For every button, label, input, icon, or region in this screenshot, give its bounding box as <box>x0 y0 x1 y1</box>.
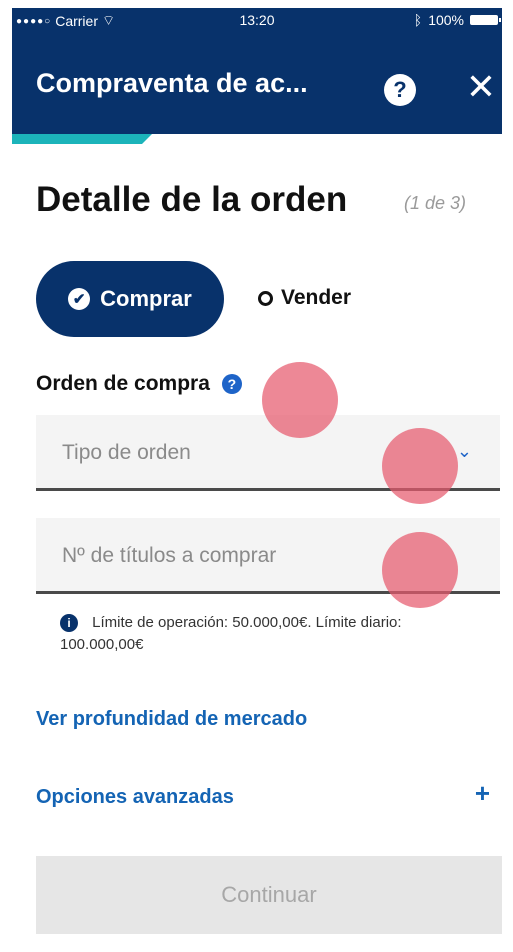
info-dot-icon: i <box>60 614 78 633</box>
order-type-placeholder: Tipo de orden <box>62 441 191 464</box>
order-label-text: Orden de compra <box>36 372 210 395</box>
step-indicator: (1 de 3) <box>404 193 467 213</box>
app-header: Compraventa de ac... ? ✕ <box>12 34 502 134</box>
limit-info-text: Límite de operación: 50.000,00€. Límite … <box>60 614 402 653</box>
phone-screen: ●●●●○ Carrier ⌔ 13:20 ᛒ 100% Compraventa… <box>12 8 502 944</box>
limit-info: i Límite de operación: 50.000,00€. Límit… <box>60 612 480 656</box>
continue-button[interactable]: Continuar <box>36 856 502 934</box>
status-bar: ●●●●○ Carrier ⌔ 13:20 ᛒ 100% <box>12 8 502 34</box>
advanced-options-link[interactable]: Opciones avanzadas <box>36 786 234 809</box>
sell-toggle-option[interactable]: Vender <box>258 283 351 313</box>
order-label: Orden de compra ? <box>36 372 242 396</box>
header-title: Compraventa de ac... <box>36 68 308 98</box>
buy-toggle-button[interactable]: ✔ Comprar <box>36 261 224 337</box>
touch-indicator <box>262 362 338 438</box>
plus-icon[interactable]: + <box>475 778 490 809</box>
page-title: Detalle de la orden <box>36 180 348 219</box>
close-button[interactable]: ✕ <box>464 69 498 105</box>
buy-label: Comprar <box>100 286 192 311</box>
close-icon: ✕ <box>465 66 497 107</box>
step-progress-bar <box>12 134 152 144</box>
touch-indicator <box>382 428 458 504</box>
radio-icon <box>258 290 273 306</box>
chevron-down-icon: ⌄ <box>456 441 472 461</box>
help-icon: ? <box>393 77 407 102</box>
market-depth-link[interactable]: Ver profundidad de mercado <box>36 708 307 731</box>
quantity-placeholder: Nº de títulos a comprar <box>62 544 277 567</box>
battery-icon <box>470 15 501 25</box>
touch-indicator <box>382 532 458 608</box>
info-icon[interactable]: ? <box>221 374 242 394</box>
check-icon: ✔ <box>68 288 91 310</box>
status-right: ᛒ 100% <box>413 12 501 28</box>
bluetooth-icon: ᛒ <box>413 12 423 28</box>
sell-label: Vender <box>281 286 352 309</box>
help-button[interactable]: ? <box>384 74 416 106</box>
battery-percent: 100% <box>428 12 464 28</box>
